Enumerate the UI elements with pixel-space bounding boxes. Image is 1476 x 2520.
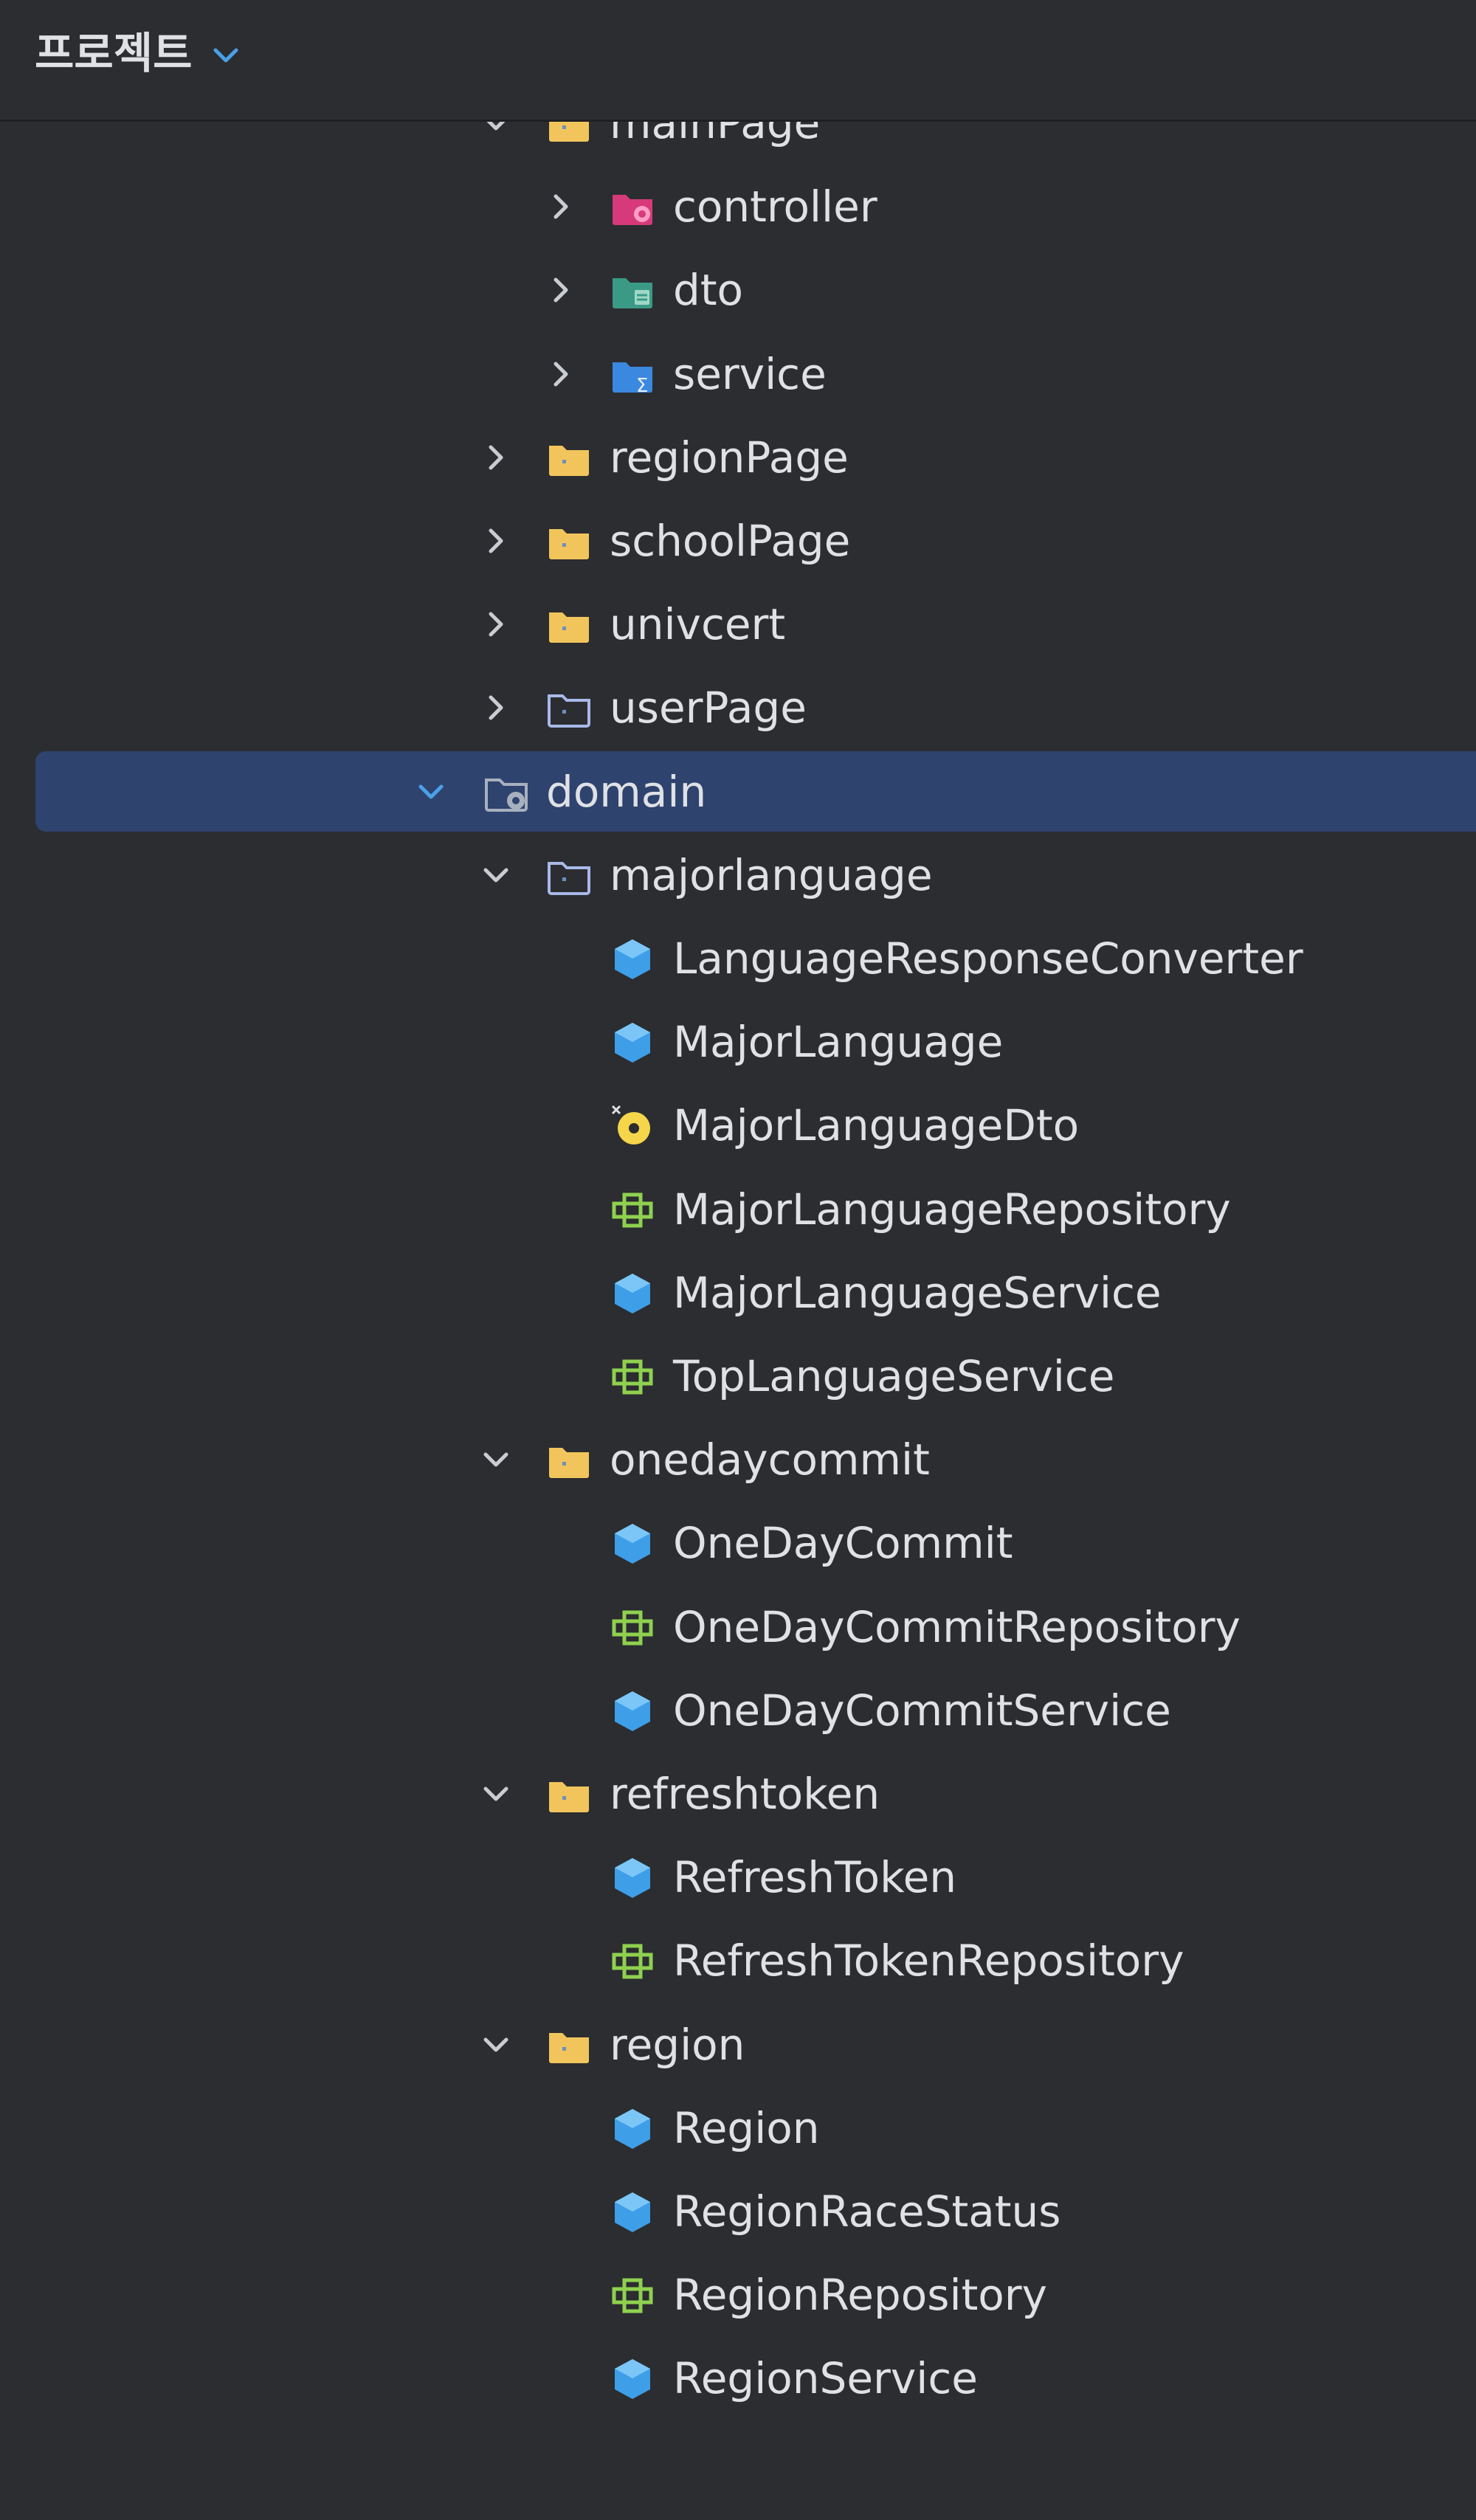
tree-row-label: OneDayCommit [673, 1518, 1013, 1569]
tree-row-majorlanguage[interactable]: MajorLanguage [0, 1000, 1476, 1083]
tree-row-label: OneDayCommitService [673, 1685, 1171, 1736]
tree-row-label: refreshtoken [610, 1769, 880, 1819]
project-panel-header: 프로젝트 [0, 0, 1476, 122]
chevron-right-icon[interactable] [478, 440, 514, 475]
record-icon [611, 1105, 650, 1145]
class-icon [615, 1691, 650, 1731]
folder-icon [549, 1448, 589, 1479]
tree-row-label: MajorLanguage [673, 1017, 1004, 1068]
outline-folder-icon [548, 861, 590, 895]
tree-row-onedaycommit[interactable]: OneDayCommit [0, 1501, 1476, 1584]
tree-row-refreshtoken[interactable]: refreshtoken [0, 1752, 1476, 1835]
class-icon [615, 939, 650, 979]
tree-row-univcert[interactable]: univcert [0, 582, 1476, 666]
dto-folder-icon [613, 278, 652, 309]
chevron-down-icon[interactable] [413, 774, 449, 809]
tree-row-userpage[interactable]: userPage [0, 666, 1476, 749]
tree-row-majorlanguagerepository[interactable]: MajorLanguageRepository [0, 1167, 1476, 1251]
class-icon [615, 1524, 650, 1564]
tree-row-label: OneDayCommitRepository [673, 1601, 1241, 1652]
tree-row-label: Region [673, 2102, 820, 2153]
class-icon [615, 2359, 650, 2400]
tree-row-onedaycommitservice[interactable]: OneDayCommitService [0, 1668, 1476, 1752]
tree-row-label: MajorLanguageService [673, 1267, 1162, 1318]
chevron-down-icon[interactable] [478, 1442, 514, 1477]
outline-folder-icon [548, 694, 590, 728]
chevron-right-icon[interactable] [543, 356, 579, 392]
folder-icon [549, 612, 589, 643]
tree-row-label: univcert [610, 599, 786, 650]
tree-row-service[interactable]: Σservice [0, 332, 1476, 415]
folder-icon [549, 2032, 589, 2063]
tree-row-label: dto [673, 265, 744, 316]
tree-row-refreshtokenrepository[interactable]: RefreshTokenRepository [0, 1919, 1476, 2002]
tree-row-onedaycommitrepository[interactable]: OneDayCommitRepository [0, 1585, 1476, 1668]
tree-row-label: RegionRepository [673, 2270, 1047, 2321]
tree-row-regionracestatus[interactable]: RegionRaceStatus [0, 2169, 1476, 2253]
tree-row-majorlanguagedto[interactable]: MajorLanguageDto [0, 1083, 1476, 1167]
tree-row-label: service [673, 348, 827, 399]
tree-row-label: MajorLanguageRepository [673, 1184, 1231, 1235]
tree-row-controller[interactable]: controller [0, 165, 1476, 248]
chevron-down-icon[interactable] [478, 2027, 514, 2062]
tree-row-label: LanguageResponseConverter [673, 933, 1303, 984]
selection-highlight [35, 750, 1476, 832]
folder-icon [549, 1782, 589, 1812]
chevron-down-icon[interactable] [478, 857, 514, 893]
folder-icon [549, 445, 589, 476]
tree-row-label: RefreshToken [673, 1852, 957, 1903]
chevron-down-icon[interactable] [478, 1776, 514, 1812]
tree-row-regionpage[interactable]: regionPage [0, 415, 1476, 499]
chevron-right-icon[interactable] [543, 272, 579, 308]
tree-row-region[interactable]: Region [0, 2086, 1476, 2169]
tree-row-onedaycommit[interactable]: onedaycommit [0, 1418, 1476, 1501]
tree-row-regionservice[interactable]: RegionService [0, 2336, 1476, 2420]
chevron-right-icon[interactable] [478, 607, 514, 642]
chevron-right-icon[interactable] [478, 523, 514, 559]
tree-row-label: RegionService [673, 2353, 978, 2404]
tree-row-schoolpage[interactable]: schoolPage [0, 499, 1476, 582]
tree-row-dto[interactable]: dto [0, 248, 1476, 331]
class-icon [615, 1023, 650, 1063]
svg-text:Σ: Σ [636, 375, 648, 397]
tree-row-domain[interactable]: domain [0, 750, 1476, 833]
chevron-right-icon[interactable] [478, 690, 514, 725]
tree-row-label: controller [673, 182, 877, 232]
interface-icon [612, 1192, 653, 1228]
interface-icon [612, 2278, 653, 2313]
controller-folder-icon [613, 195, 652, 226]
tree-row-label: domain [546, 766, 707, 817]
project-panel-title[interactable]: 프로젝트 [35, 27, 192, 80]
tree-row-toplanguageservice[interactable]: TopLanguageService [0, 1334, 1476, 1418]
folder-icon [549, 529, 589, 559]
tree-row-label: userPage [610, 683, 807, 733]
tree-row-refreshtoken[interactable]: RefreshToken [0, 1835, 1476, 1919]
chevron-down-icon[interactable] [208, 40, 244, 69]
class-icon [615, 1273, 650, 1313]
tree-row-label: schoolPage [610, 516, 851, 566]
tree-row-label: RefreshTokenRepository [673, 1936, 1184, 1986]
tree-row-languageresponseconverter[interactable]: LanguageResponseConverter [0, 916, 1476, 1000]
interface-icon [612, 1359, 653, 1395]
domain-folder-icon [485, 778, 528, 812]
tree-row-label: MajorLanguageDto [673, 1100, 1080, 1151]
tree-row-label: onedaycommit [610, 1435, 930, 1485]
interface-icon [612, 1944, 653, 1979]
class-icon [615, 2108, 650, 2149]
chevron-right-icon[interactable] [543, 189, 579, 224]
class-icon [615, 2192, 650, 2232]
tree-row-label: RegionRaceStatus [673, 2186, 1061, 2237]
tree-row-label: TopLanguageService [673, 1351, 1115, 1401]
tree-row-label: majorlanguage [610, 849, 933, 900]
tree-row-regionrepository[interactable]: RegionRepository [0, 2253, 1476, 2336]
project-tree: auth mainPage controller dto Σservice re… [0, 0, 1476, 2520]
tree-row-label: region [610, 2019, 745, 2070]
tree-row-majorlanguageservice[interactable]: MajorLanguageService [0, 1251, 1476, 1334]
tree-row-region[interactable]: region [0, 2003, 1476, 2086]
tree-row-majorlanguage[interactable]: majorlanguage [0, 833, 1476, 916]
class-icon [615, 1858, 650, 1899]
interface-icon [612, 1610, 653, 1646]
service-folder-icon: Σ [613, 362, 652, 397]
tree-row-label: regionPage [610, 432, 849, 483]
